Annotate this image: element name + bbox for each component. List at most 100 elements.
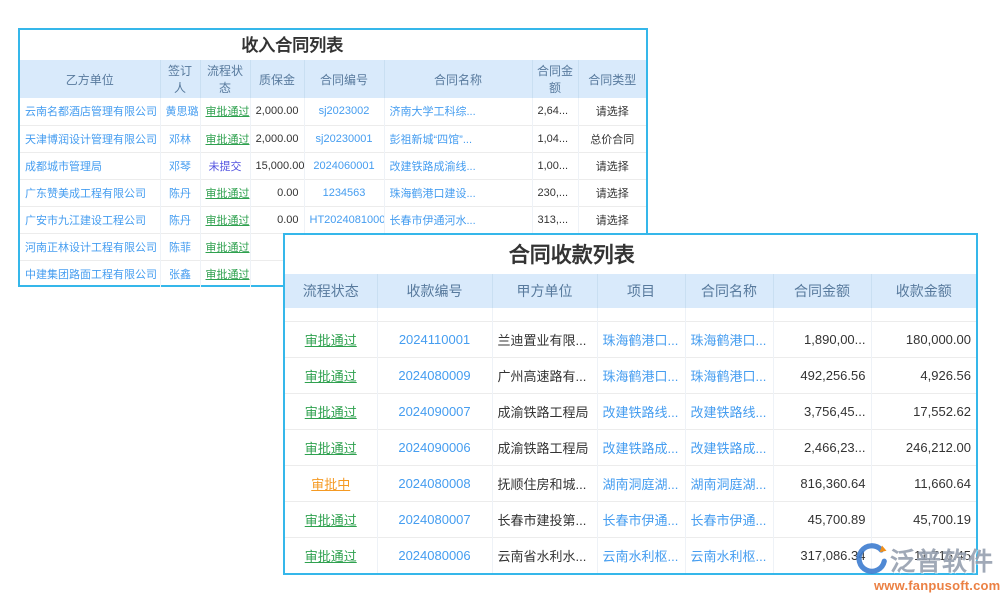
table-row: 审批通过2024090006成渝铁路工程局改建铁路成...改建铁路成...2,4…	[285, 429, 976, 465]
cell-contract_name[interactable]: 济南大学工科综...	[384, 98, 532, 125]
cell-status[interactable]: 审批通过	[200, 98, 250, 125]
cell-status[interactable]: 审批通过	[285, 429, 377, 465]
table-row: 审批通过2024080007长春市建投第...长春市伊通...长春市伊通...4…	[285, 501, 976, 537]
cell-receipt_no[interactable]: 2024080008	[377, 465, 492, 501]
cell-signer[interactable]: 邓琴	[160, 152, 200, 179]
cell-contract_name[interactable]: 珠海鹤港口建设...	[384, 179, 532, 206]
cell-receipt_no[interactable]: 2024110001	[377, 321, 492, 357]
cell-receipt_no[interactable]: 2024080006	[377, 537, 492, 573]
watermark-url-text: www.fanpusoft.com	[852, 578, 1000, 593]
cell-party_b[interactable]: 成都城市管理局	[20, 152, 160, 179]
column-header-contract_name: 合同名称	[384, 60, 532, 98]
table-row: 成都城市管理局邓琴未提交15,000.002024060001改建铁路成渝线..…	[20, 152, 646, 179]
column-header-amount: 合同金额	[773, 274, 871, 308]
cell-receipt_no[interactable]: 2024090006	[377, 429, 492, 465]
cell-status[interactable]: 审批通过	[200, 125, 250, 152]
cell-status[interactable]: 审批通过	[200, 179, 250, 206]
column-header-party_a: 甲方单位	[492, 274, 597, 308]
cell-party_a: 成渝铁路工程局	[492, 393, 597, 429]
cell-amount: 1,04...	[532, 125, 578, 152]
cell-party_a: 广州高速路有...	[492, 357, 597, 393]
cell-deposit: 0.00	[250, 206, 304, 233]
cell-contract_no[interactable]: sj20230001	[304, 125, 384, 152]
table-row: 天津博润设计管理有限公司邓林审批通过2,000.00sj20230001彭祖新城…	[20, 125, 646, 152]
fanpu-logo-icon	[852, 541, 888, 577]
column-header-status: 流程状态	[200, 60, 250, 98]
cell-status[interactable]: 审批通过	[285, 501, 377, 537]
cell-project[interactable]: 珠海鹤港口...	[597, 321, 685, 357]
cell-project[interactable]: 云南水利枢...	[597, 537, 685, 573]
cell-contract_name[interactable]: 彭祖新城“四馆”...	[384, 125, 532, 152]
cell-status[interactable]: 审批中	[285, 465, 377, 501]
cell-contract_no[interactable]: 2024060001	[304, 152, 384, 179]
income-contract-header-row: 乙方单位签订人流程状态质保金合同编号合同名称合同金额合同类型	[20, 60, 646, 98]
cell-receipt_no[interactable]: 2024080009	[377, 357, 492, 393]
table-row: 审批通过2024080009广州高速路有...珠海鹤港口...珠海鹤港口...4…	[285, 357, 976, 393]
cell-contract_name[interactable]: 改建铁路成...	[685, 429, 773, 465]
column-header-amount: 合同金额	[532, 60, 578, 98]
cell-signer[interactable]: 邓林	[160, 125, 200, 152]
cell-party_b[interactable]: 中建集团路面工程有限公司	[20, 260, 160, 287]
cell-contract_type: 总价合同	[578, 125, 646, 152]
cell-party_b[interactable]: 广安市九江建设工程公司	[20, 206, 160, 233]
cell-signer[interactable]: 黄思璐	[160, 98, 200, 125]
cell-contract_name[interactable]: 珠海鹤港口...	[685, 321, 773, 357]
cell-amount: 2,64...	[532, 98, 578, 125]
watermark-brand-text: 泛普软件	[890, 547, 994, 577]
cell-contract_no[interactable]: sj2023002	[304, 98, 384, 125]
cell-status[interactable]: 审批通过	[285, 393, 377, 429]
cell-project[interactable]: 改建铁路线...	[597, 393, 685, 429]
cell-contract_name[interactable]: 改建铁路线...	[685, 393, 773, 429]
table-row: 广东赞美成工程有限公司陈丹审批通过0.001234563珠海鹤港口建设...23…	[20, 179, 646, 206]
cell-signer[interactable]: 张鑫	[160, 260, 200, 287]
table-row: 审批中2024080008抚顺住房和城...湖南洞庭湖...湖南洞庭湖...81…	[285, 465, 976, 501]
table-row: 云南名都酒店管理有限公司黄思璐审批通过2,000.00sj2023002济南大学…	[20, 98, 646, 125]
cell-signer[interactable]: 陈菲	[160, 233, 200, 260]
cell-received: 246,212.00	[871, 429, 976, 465]
cell-party_b[interactable]: 天津博润设计管理有限公司	[20, 125, 160, 152]
cell-contract_name[interactable]: 长春市伊通...	[685, 501, 773, 537]
cell-contract_name[interactable]: 云南水利枢...	[685, 537, 773, 573]
column-header-contract_name: 合同名称	[685, 274, 773, 308]
table-row: 广安市九江建设工程公司陈丹审批通过0.00HT2024081000...长春市伊…	[20, 206, 646, 233]
vendor-watermark: 泛普软件 www.fanpusoft.com	[852, 541, 1000, 593]
cell-status[interactable]: 审批通过	[200, 233, 250, 260]
cell-status[interactable]: 审批通过	[285, 321, 377, 357]
cell-status[interactable]: 未提交	[200, 152, 250, 179]
cell-signer[interactable]: 陈丹	[160, 179, 200, 206]
cell-received: 11,660.64	[871, 465, 976, 501]
contract-receipt-table: 流程状态收款编号甲方单位项目合同名称合同金额收款金额 审批通过202411000…	[285, 274, 976, 573]
cell-status[interactable]: 审批通过	[200, 260, 250, 287]
cell-project[interactable]: 长春市伊通...	[597, 501, 685, 537]
cell-party_b[interactable]: 云南名都酒店管理有限公司	[20, 98, 160, 125]
cell-party_a: 兰迪置业有限...	[492, 321, 597, 357]
table-row: 审批通过2024090007成渝铁路工程局改建铁路线...改建铁路线...3,7…	[285, 393, 976, 429]
cell-contract_name[interactable]: 珠海鹤港口...	[685, 357, 773, 393]
cell-amount: 230,...	[532, 179, 578, 206]
cell-signer[interactable]: 陈丹	[160, 206, 200, 233]
cell-party_b[interactable]: 河南正林设计工程有限公司	[20, 233, 160, 260]
column-header-signer: 签订人	[160, 60, 200, 98]
cell-contract_name[interactable]: 湖南洞庭湖...	[685, 465, 773, 501]
cell-status[interactable]: 审批通过	[200, 206, 250, 233]
column-header-contract_no: 合同编号	[304, 60, 384, 98]
cell-contract_name[interactable]: 改建铁路成渝线...	[384, 152, 532, 179]
cell-project[interactable]: 改建铁路成...	[597, 429, 685, 465]
income-contract-title: 收入合同列表	[20, 30, 646, 60]
cell-contract_type: 请选择	[578, 179, 646, 206]
cell-contract_name[interactable]: 长春市伊通河水...	[384, 206, 532, 233]
cell-receipt_no[interactable]: 2024090007	[377, 393, 492, 429]
cell-project[interactable]: 珠海鹤港口...	[597, 357, 685, 393]
cell-party_b[interactable]: 广东赞美成工程有限公司	[20, 179, 160, 206]
cell-party_a: 抚顺住房和城...	[492, 465, 597, 501]
filter-row	[285, 308, 976, 321]
column-header-status: 流程状态	[285, 274, 377, 308]
cell-contract_no[interactable]: HT2024081000...	[304, 206, 384, 233]
cell-receipt_no[interactable]: 2024080007	[377, 501, 492, 537]
cell-status[interactable]: 审批通过	[285, 357, 377, 393]
cell-contract_no[interactable]: 1234563	[304, 179, 384, 206]
cell-deposit: 15,000.00	[250, 152, 304, 179]
cell-project[interactable]: 湖南洞庭湖...	[597, 465, 685, 501]
cell-status[interactable]: 审批通过	[285, 537, 377, 573]
cell-amount: 1,890,00...	[773, 321, 871, 357]
